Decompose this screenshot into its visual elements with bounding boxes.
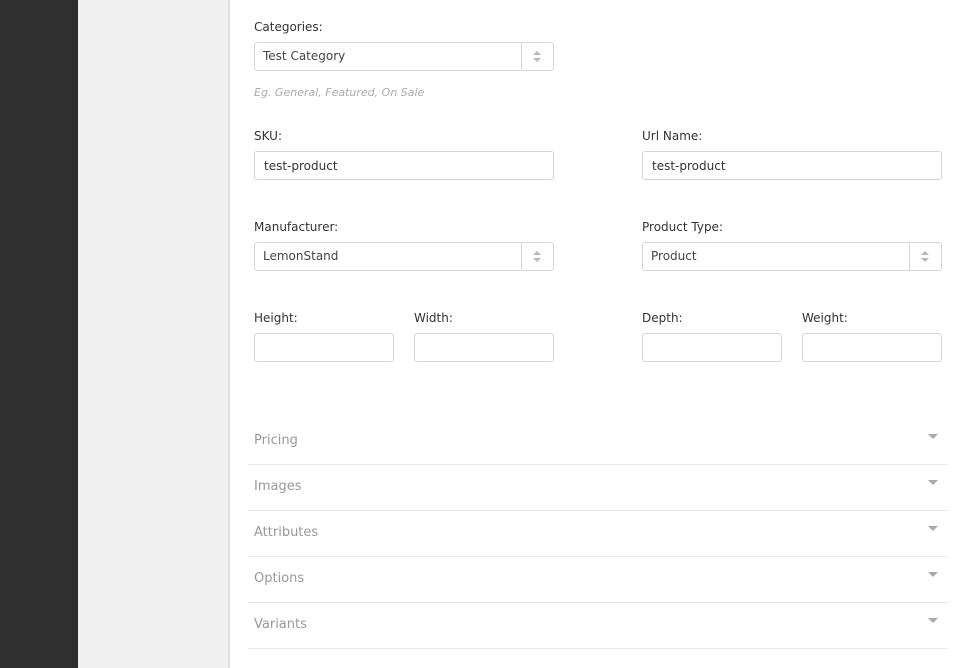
section-title: Pricing: [254, 433, 298, 448]
chevron-down-icon: [928, 572, 938, 577]
manufacturer-value: LemonStand: [263, 249, 339, 263]
section-title: Variants: [254, 617, 307, 632]
product-type-select[interactable]: Product: [642, 242, 942, 271]
section-variants[interactable]: Variants: [248, 603, 948, 649]
url-name-label: Url Name:: [642, 129, 703, 143]
primary-sidebar: [0, 0, 78, 668]
chevron-down-icon: [928, 434, 938, 439]
chevron-down-icon: [928, 480, 938, 485]
width-input[interactable]: [414, 333, 554, 362]
manufacturer-label: Manufacturer:: [254, 220, 339, 234]
chevron-down-icon: [928, 526, 938, 531]
height-label: Height:: [254, 311, 298, 325]
url-name-input[interactable]: [642, 151, 942, 180]
section-title: Attributes: [254, 525, 319, 540]
depth-input[interactable]: [642, 333, 782, 362]
weight-label: Weight:: [802, 311, 848, 325]
product-form: Categories: Test Category Eg. General, F…: [230, 0, 955, 668]
section-options[interactable]: Options: [248, 557, 948, 603]
categories-select[interactable]: Test Category: [254, 42, 554, 71]
width-label: Width:: [414, 311, 453, 325]
section-attributes[interactable]: Attributes: [248, 511, 948, 557]
product-type-label: Product Type:: [642, 220, 723, 234]
categories-label: Categories:: [254, 20, 323, 34]
weight-input[interactable]: [802, 333, 942, 362]
height-input[interactable]: [254, 333, 394, 362]
select-arrows-icon: [521, 43, 553, 70]
categories-value: Test Category: [263, 49, 346, 63]
section-title: Images: [254, 479, 302, 494]
section-title: Options: [254, 571, 305, 586]
select-arrows-icon: [909, 243, 941, 270]
categories-hint: Eg. General, Featured, On Sale: [254, 86, 425, 99]
product-type-value: Product: [651, 249, 697, 263]
chevron-down-icon: [928, 618, 938, 623]
depth-label: Depth:: [642, 311, 683, 325]
section-images[interactable]: Images: [248, 465, 948, 511]
sku-input[interactable]: [254, 151, 554, 180]
manufacturer-select[interactable]: LemonStand: [254, 242, 554, 271]
sku-label: SKU:: [254, 129, 282, 143]
secondary-sidebar: [78, 0, 230, 668]
select-arrows-icon: [521, 243, 553, 270]
section-pricing[interactable]: Pricing: [248, 419, 948, 465]
